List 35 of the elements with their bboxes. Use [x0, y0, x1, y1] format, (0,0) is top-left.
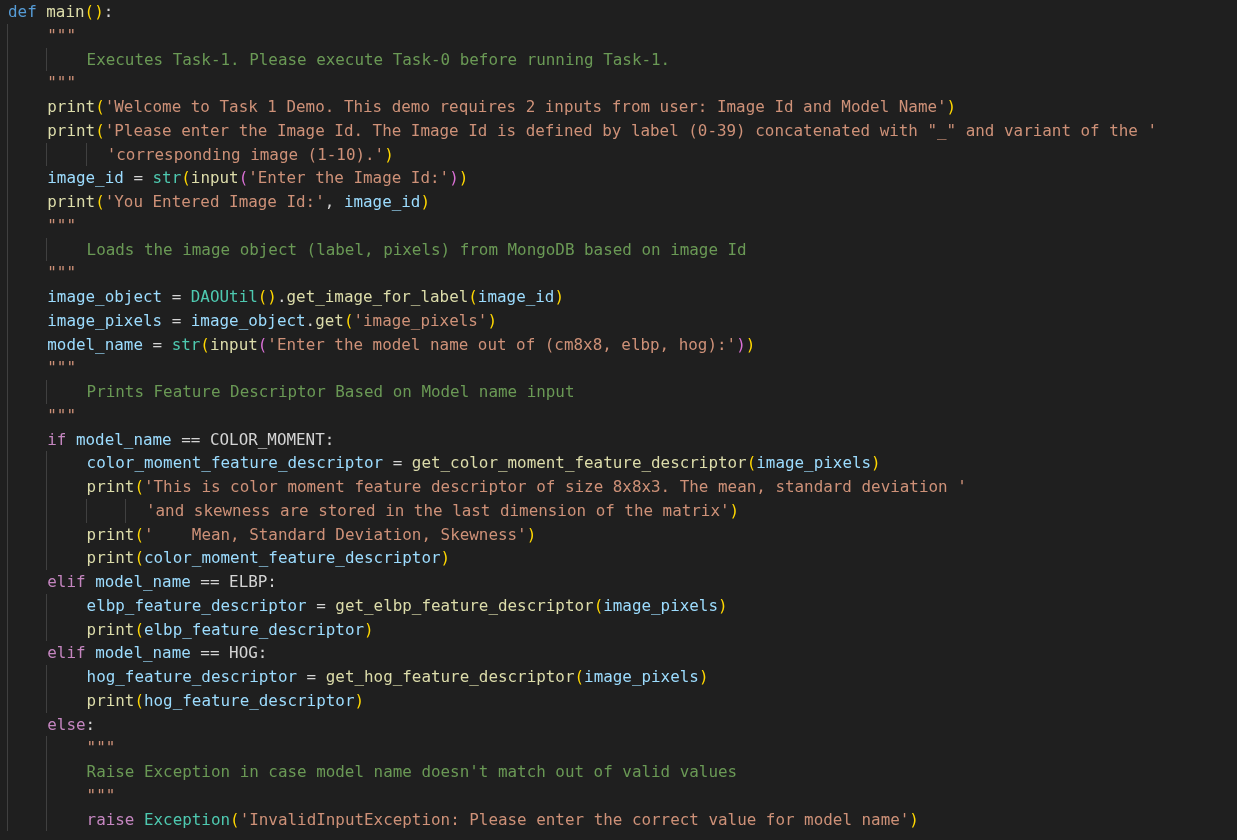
code-line: raise Exception('InvalidInputException: Please enter the correct value for model name') [8, 807, 919, 832]
code-line: """ [8, 736, 116, 760]
code-line: hog_feature_descriptor = get_hog_feature_descriptor(image_pixels) [8, 665, 709, 689]
code-line: """ [8, 783, 116, 808]
code-line: image_object = DAOUtil().get_image_for_label(image_id) [8, 285, 564, 309]
code-line: color_moment_feature_descriptor = get_color_moment_feature_descriptor(image_pixels) [8, 451, 881, 475]
code-line: Executes Task-1. Please execute Task-0 before running Task-1. [8, 47, 671, 72]
code-line: print('Welcome to Task 1 Demo. This demo requires 2 inputs from user: Image Id and Model Name') [8, 95, 957, 119]
code-line: """ [8, 213, 76, 238]
code-line: 'and skewness are stored in the last dimension of the matrix') [8, 498, 740, 523]
code-line: Loads the image object (label, pixels) from MongoDB based on image Id [8, 237, 747, 262]
code-line: 'corresponding image (1-10).') [8, 142, 394, 167]
code-line: print(elbp_feature_descriptor) [8, 617, 374, 642]
code-line: else: [8, 712, 96, 737]
code-line: Raise Exception in case model name doesn't match out of valid values [8, 760, 738, 784]
code-line: print(' Mean, Standard Deviation, Skewness') [8, 522, 537, 547]
code-line: def main(): [8, 1, 114, 23]
code-line: print('Please enter the Image Id. The Image Id is defined by label (0-39) concatenated with "_" and variant of the ' [8, 118, 1158, 143]
code-line: elbp_feature_descriptor = get_elbp_feature_descriptor(image_pixels) [8, 593, 728, 618]
code-line: elif model_name == ELBP: [8, 570, 277, 594]
code-line: if model_name == COLOR_MOMENT: [8, 427, 335, 452]
code-line: image_id = str(input('Enter the Image Id:')) [8, 166, 469, 190]
code-line: Prints Feature Descriptor Based on Model name input [8, 380, 575, 404]
code-line: print(color_moment_feature_descriptor) [8, 546, 451, 570]
code-line: print('You Entered Image Id:', image_id) [8, 190, 430, 214]
code-line: """ [8, 261, 76, 285]
code-line: print('This is color moment feature descriptor of size 8x8x3. The mean, standard deviation ' [8, 475, 967, 499]
code-line: print(hog_feature_descriptor) [8, 688, 365, 713]
code-line: elif model_name == HOG: [8, 641, 268, 665]
code-line: """ [8, 71, 76, 95]
code-line: image_pixels = image_object.get('image_pixels') [8, 308, 497, 333]
code-line: """ [8, 403, 76, 428]
code-line: """ [8, 356, 76, 380]
code-line: model_name = str(input('Enter the model name out of (cm8x8, elbp, hog):')) [8, 332, 756, 357]
code-line: """ [8, 23, 76, 48]
